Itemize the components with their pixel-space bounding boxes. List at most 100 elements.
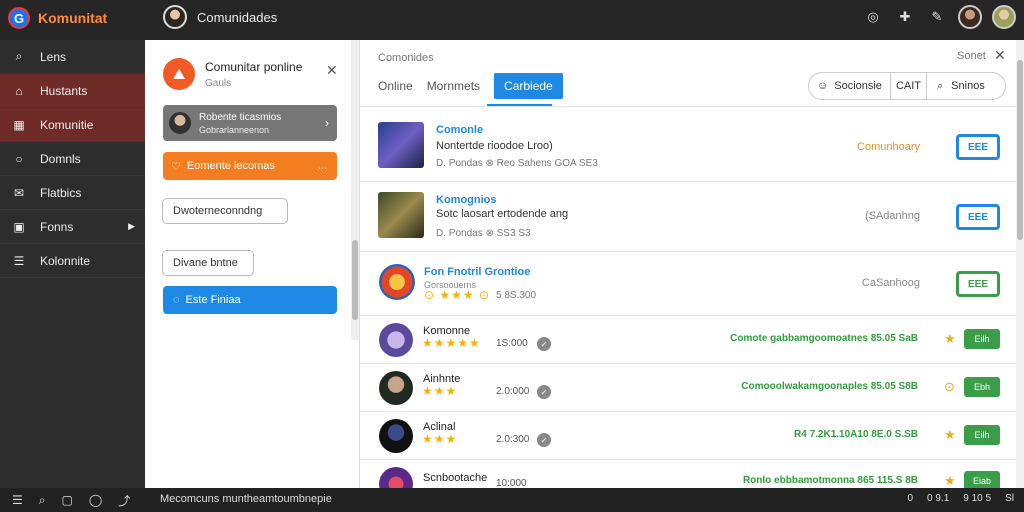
sidebar-item-fonns[interactable]: ▣ Fonns ▶ [0, 210, 145, 244]
messenger-icon[interactable]: ◎ [862, 6, 884, 28]
close-icon[interactable]: ✕ [326, 62, 338, 79]
member-name[interactable]: Scnbootache [423, 472, 487, 484]
category-segment[interactable]: CAIT [891, 73, 927, 99]
user-avatar-1[interactable] [958, 5, 982, 29]
search-icon: ⌕ [937, 79, 944, 92]
status-indicator[interactable]: Sl [1005, 493, 1014, 504]
smile-icon: ☺ [817, 80, 829, 92]
list-item[interactable]: Komognios Sotc laosart ertodende ang D. … [360, 182, 1024, 252]
follow-button[interactable]: Eilh [964, 425, 1000, 445]
sidebar: ⌕ Lens ⌂ Hustants ▦ Komunitie ○ Domnls ✉ Flat… [0, 40, 145, 488]
avatar [169, 112, 191, 134]
status-indicators: 0 0 9.1 9 10 5 Sl [907, 493, 1014, 504]
search-icon[interactable]: ⌕ [39, 493, 46, 508]
follow-button[interactable]: Eilh [964, 329, 1000, 349]
top-bar: G Komunitat Comunidades ◎ ✚ ✎ [0, 0, 1024, 40]
divider [360, 106, 1024, 107]
sidebar-item-label: Domnls [40, 151, 81, 166]
wrench-icon[interactable]: ✎ [926, 6, 948, 28]
tab-mornmets[interactable]: Mornmets [427, 73, 480, 99]
chat-icon[interactable]: ◯ [89, 493, 102, 507]
member-count: 2.0:300 [496, 434, 530, 445]
list-item[interactable]: Komonne ★★★★★ 1S:000 ✓ Comote gabbamgoom… [360, 316, 1024, 364]
orange-action-label: Eomente lecomas [186, 160, 275, 172]
sidebar-item-flatbics[interactable]: ✉ Flatbics [0, 176, 145, 210]
tab-carbiede[interactable]: Carbiede [494, 73, 563, 99]
list-item[interactable]: Fon Fnotril Grontioe Gorsoouerns ⊙ ★★★ ⊙… [360, 252, 1024, 316]
item-category: CaSanhoog [861, 277, 920, 289]
game-thumbnail [378, 122, 424, 168]
join-button[interactable]: EEE [956, 134, 1000, 160]
list-item[interactable]: Scnbootache 10:000 Ronlo ebbbamotmonna 8… [360, 460, 1024, 501]
blue-action-button[interactable]: ◌ Este Finiaa [163, 286, 337, 314]
search-label: Sninos [951, 80, 985, 92]
sidebar-item-label: Lens [40, 49, 67, 64]
join-button[interactable]: EEE [956, 271, 1000, 297]
status-indicator[interactable]: 9 10 5 [963, 493, 991, 504]
list-item[interactable]: Ainhnte ★★★ 2.0:000 ✓ Comooolwakamgoonap… [360, 364, 1024, 412]
brand-logo: G [8, 7, 30, 29]
game-thumbnail [379, 264, 415, 300]
main-close-label[interactable]: Sonet [957, 50, 986, 62]
sidebar-item-lens[interactable]: ⌕ Lens [0, 40, 145, 74]
list-item[interactable]: Aclinal ★★★ 2.0:300 ✓ R4 7.2K1.10A10 8E.… [360, 412, 1024, 460]
filter-segment[interactable]: ☺ Socionsie [809, 73, 891, 99]
menu-icon[interactable]: ☰ [12, 493, 23, 507]
user-avatar-2[interactable] [992, 5, 1016, 29]
badge-icon[interactable]: ⊙ [944, 379, 955, 395]
item-name[interactable]: Fon Fnotril Grontioe [424, 266, 530, 278]
member-stats: R4 7.2K1.10A10 8E.0 S.SB [794, 429, 918, 440]
circle-icon: ○ [15, 151, 23, 166]
panel-title: Comunitar ponline [205, 59, 303, 74]
sidebar-item-komunitie[interactable]: ▦ Komunitie [0, 108, 145, 142]
search-bar[interactable]: ☺ Socionsie CAIT ⌕ Sninos [808, 72, 1006, 100]
brand[interactable]: G Komunitat [8, 7, 107, 29]
sidebar-item-hustants[interactable]: ⌂ Hustants [0, 74, 145, 108]
item-description: Nontertde rioodoe Lroo) [436, 140, 553, 152]
item-name[interactable]: Comonle [436, 124, 483, 136]
main-scrollbar-thumb[interactable] [1017, 60, 1023, 240]
avatar [379, 323, 413, 357]
search-segment[interactable]: ⌕ Sninos [927, 80, 985, 93]
main-title: Comonides [378, 52, 434, 64]
outline-button-2[interactable]: Divane bntne [162, 250, 254, 276]
image-icon: ▣ [13, 219, 25, 234]
more-icon[interactable]: ... [318, 160, 327, 172]
member-count: 2.0:000 [496, 386, 530, 397]
panel-scrollbar[interactable] [351, 40, 359, 340]
star-icon[interactable]: ★ [944, 473, 956, 489]
profile-card[interactable]: Robente ticasmios Gobrarlanneenon › [163, 105, 337, 141]
status-indicator[interactable]: 0 9.1 [927, 493, 949, 504]
share-icon[interactable]: ⤴ [118, 492, 130, 509]
item-name[interactable]: Komognios [436, 194, 497, 206]
tab-online[interactable]: Online [378, 73, 413, 99]
puzzle-icon[interactable]: ✚ [894, 6, 916, 28]
follow-button[interactable]: Ebh [964, 377, 1000, 397]
orange-action-button[interactable]: ♡ Eomente lecomas ... [163, 152, 337, 180]
status-indicator[interactable]: 0 [907, 493, 913, 504]
star-icon[interactable]: ★ [944, 427, 956, 443]
home-icon: ⌂ [15, 83, 23, 98]
main-scrollbar[interactable] [1016, 40, 1024, 488]
close-icon[interactable]: ✕ [994, 47, 1006, 64]
check-badge-icon: ✓ [537, 337, 551, 351]
bottom-icons: ☰ ⌕ ▢ ◯ ⤴ [0, 492, 130, 509]
sidebar-item-label: Komunitie [40, 117, 94, 132]
panel-scrollbar-thumb[interactable] [352, 240, 358, 320]
sidebar-item-label: Flatbics [40, 185, 82, 200]
window-icon[interactable]: ▢ [62, 493, 73, 507]
profile-card-subtitle: Gobrarlanneenon [199, 124, 270, 135]
avatar [379, 419, 413, 453]
rating-stars: ★★★★★ [422, 336, 481, 350]
outline-button-1[interactable]: Dwoterneconndng [162, 198, 288, 224]
sidebar-item-kolonnite[interactable]: ☰ Kolonnite [0, 244, 145, 278]
community-avatar[interactable] [163, 5, 187, 29]
list-item[interactable]: Comonle Nontertde rioodoe Lroo) D. Ponda… [360, 112, 1024, 182]
panel-header: ⛰ Comunitar ponline Gauls [163, 58, 302, 90]
star-icon[interactable]: ★ [944, 331, 956, 347]
sidebar-item-domnls[interactable]: ○ Domnls [0, 142, 145, 176]
member-stats: Comooolwakamgoonaples 85.05 S8B [741, 381, 918, 392]
join-button[interactable]: EEE [956, 204, 1000, 230]
grid-icon: ▦ [13, 117, 25, 132]
item-category: Comunhoary [857, 141, 920, 153]
